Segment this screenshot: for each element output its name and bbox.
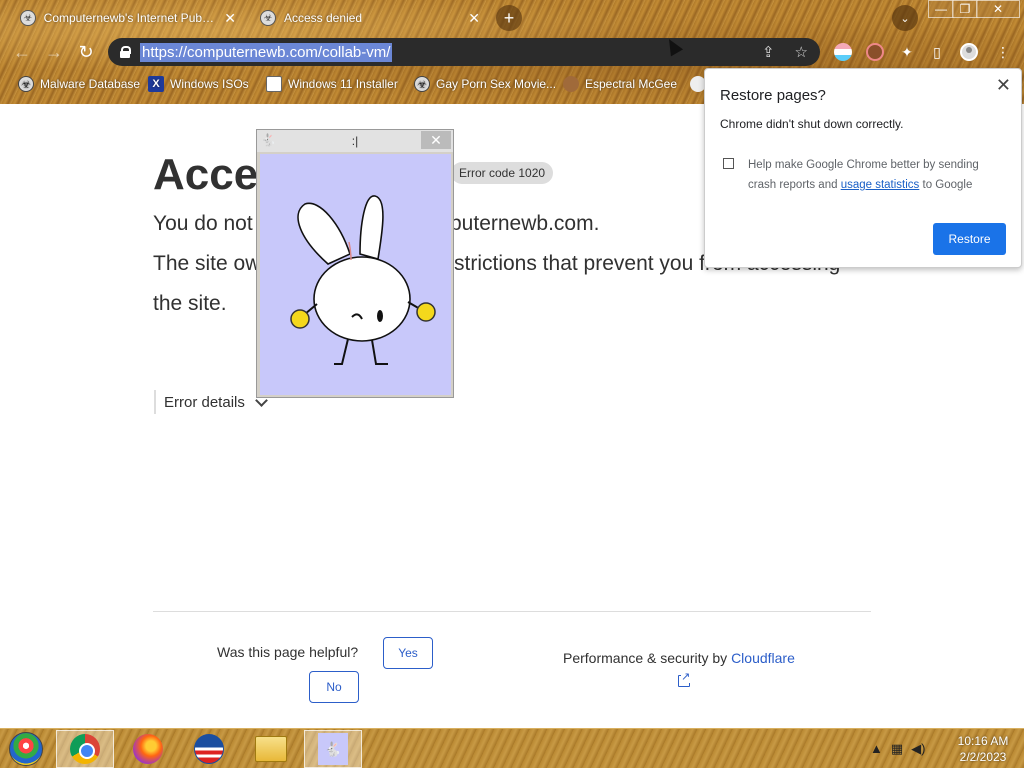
url-text[interactable]: https://computernewb.com/collab-vm/ (140, 42, 393, 62)
extension-flag-icon[interactable] (832, 41, 854, 63)
taskbar-file-explorer[interactable] (242, 730, 300, 768)
tab-access-denied[interactable]: ☣ Access denied ✕ (250, 4, 490, 32)
tray-expand-icon[interactable]: ▲ (870, 741, 883, 757)
bio-icon: ☣ (260, 10, 276, 26)
start-orb-icon (9, 732, 43, 766)
restore-dialog-title: Restore pages? (720, 87, 826, 104)
bunny-icon: 🐇 (318, 733, 348, 765)
error-code-badge: Error code 1020 (451, 162, 554, 184)
crash-report-label: Help make Google Chrome better by sendin… (748, 159, 979, 191)
maximize-button[interactable]: ❐ (952, 0, 978, 18)
description-line-1a: You do not (153, 212, 253, 235)
bookmark-windows-isos[interactable]: X Windows ISOs (148, 72, 249, 96)
bookmark-gay-porn-sex-movie[interactable]: ☣ Gay Porn Sex Movie... (414, 72, 556, 96)
address-bar[interactable]: https://computernewb.com/collab-vm/ ⇪ ☆ (108, 38, 820, 66)
yes-button[interactable]: Yes (383, 637, 433, 669)
volume-icon[interactable]: ◀) (911, 741, 925, 757)
lock-icon[interactable] (120, 46, 131, 58)
extension-avatar-icon[interactable] (864, 41, 886, 63)
divider (153, 611, 871, 612)
firefox-icon (133, 734, 163, 764)
close-icon[interactable]: ✕ (468, 10, 480, 27)
side-panel-icon[interactable]: ▯ (926, 41, 948, 63)
restore-button[interactable]: Restore (933, 223, 1006, 255)
puzzle-icon[interactable]: ✦ (896, 41, 918, 63)
external-link-icon[interactable] (678, 670, 691, 687)
description-line-2a: The site ow (153, 252, 261, 275)
system-tray: ▲ ▦ ◀) (870, 741, 926, 757)
bio-icon: ☣ (414, 76, 430, 92)
description-line-1b: puternewb.com. (450, 212, 600, 235)
bookmark-windows-11-installer[interactable]: Windows 11 Installer (266, 72, 398, 96)
tab-search-button[interactable]: ⌄ (892, 5, 918, 31)
chrome-icon (70, 734, 100, 764)
bunny-window[interactable]: 🐇 :| ✕ (256, 129, 454, 398)
tab-title: Computernewb's Internet Pub Hu (43, 11, 217, 25)
cloudflare-link[interactable]: Cloudflare (731, 650, 795, 666)
new-tab-button[interactable]: + (496, 5, 522, 31)
bunny-close-button[interactable]: ✕ (421, 131, 451, 149)
taskbar-obama-app[interactable] (180, 730, 238, 768)
start-button[interactable] (6, 731, 46, 767)
bookmark-malware-database[interactable]: ☣ Malware Database (18, 72, 140, 96)
no-button[interactable]: No (309, 671, 359, 703)
tab-computernewb[interactable]: ☣ Computernewb's Internet Pub Hu ✕ (10, 4, 246, 32)
error-details-toggle[interactable]: Error details (154, 390, 268, 414)
reload-button[interactable]: ↻ (74, 40, 98, 64)
network-icon[interactable]: ▦ (891, 741, 903, 757)
clock-date: 2/2/2023 (959, 750, 1007, 764)
face-icon (563, 76, 579, 92)
clock-time: 10:16 AM (957, 734, 1009, 748)
star-icon[interactable]: ☆ (795, 43, 808, 61)
helpful-question: Was this page helpful? (217, 644, 359, 660)
error-details-label: Error details (164, 393, 245, 411)
x-icon: X (148, 76, 164, 92)
back-button[interactable]: ← (10, 40, 34, 64)
usage-statistics-link[interactable]: usage statistics (841, 179, 920, 191)
menu-icon[interactable]: ⋮ (992, 41, 1014, 63)
forward-button[interactable]: → (42, 40, 66, 64)
restore-pages-dialog: Restore pages? ✕ Chrome didn't shut down… (704, 68, 1022, 268)
bio-icon: ☣ (18, 76, 34, 92)
tab-title: Access denied (284, 11, 363, 25)
restore-dialog-message: Chrome didn't shut down correctly. (720, 117, 904, 131)
window-close-button[interactable]: ✕ (976, 0, 1020, 18)
bunny-icon: 🐇 (261, 133, 276, 147)
performance-security-text: Performance & security by Cloudflare (563, 650, 795, 666)
close-icon[interactable]: ✕ (224, 10, 236, 27)
taskbar-firefox[interactable] (119, 730, 177, 768)
crash-report-checkbox[interactable] (723, 158, 734, 169)
bunny-image (260, 154, 451, 395)
bio-icon: ☣ (20, 10, 36, 26)
share-icon[interactable]: ⇪ (762, 43, 775, 61)
taskbar-bunny-app[interactable]: 🐇 (304, 730, 362, 768)
description-line-3: the site. (153, 292, 227, 315)
bookmark-espectral-mcgee[interactable]: Espectral McGee (563, 72, 677, 96)
taskbar-clock[interactable]: 10:16 AM 2/2/2023 (948, 733, 1018, 765)
close-icon[interactable]: ✕ (996, 75, 1011, 96)
bunny-window-titlebar[interactable]: 🐇 :| ✕ (257, 130, 453, 152)
profile-icon[interactable] (958, 41, 980, 63)
bunny-window-title: :| (351, 134, 359, 148)
minimize-button[interactable]: — (928, 0, 954, 18)
folder-icon (255, 736, 287, 762)
image-icon (266, 76, 282, 92)
taskbar-chrome[interactable] (56, 730, 114, 768)
obama-logo-icon (194, 734, 224, 764)
